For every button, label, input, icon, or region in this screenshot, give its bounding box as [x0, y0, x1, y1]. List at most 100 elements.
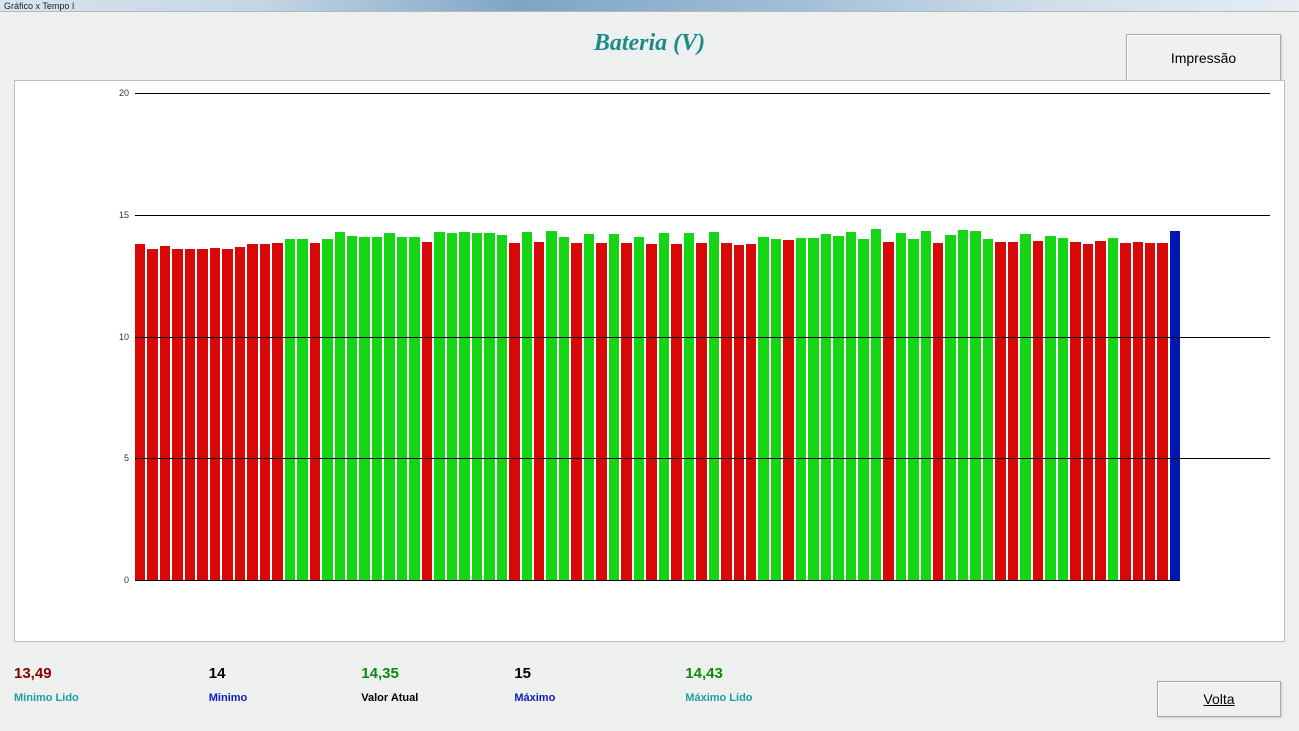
bar — [696, 243, 706, 580]
bar — [659, 233, 669, 580]
bar — [1157, 243, 1167, 580]
stat-value: 14,43 — [685, 665, 752, 682]
bar — [846, 232, 856, 580]
bar — [1070, 242, 1080, 580]
gridline — [135, 337, 1270, 338]
bar — [584, 234, 594, 580]
bar — [1058, 238, 1068, 580]
bar — [1145, 243, 1155, 580]
bar — [970, 231, 980, 580]
bar — [272, 243, 282, 580]
bar — [1033, 241, 1043, 580]
bar — [1083, 244, 1093, 580]
bar — [459, 232, 469, 580]
bar — [359, 237, 369, 580]
bar — [310, 243, 320, 580]
bar — [160, 246, 170, 580]
bar — [1120, 243, 1130, 580]
bar — [808, 238, 818, 580]
bar — [833, 236, 843, 580]
bar — [285, 239, 295, 580]
stat-value: 14 — [209, 665, 248, 682]
window-title: Gráfico x Tempo I — [4, 1, 74, 11]
bar — [933, 243, 943, 580]
bar — [634, 237, 644, 580]
gridline — [135, 458, 1270, 459]
bar — [372, 237, 382, 580]
bar — [684, 233, 694, 580]
y-tick-label: 15 — [109, 210, 129, 220]
stat-label: Minimo — [209, 692, 248, 704]
bar — [921, 231, 931, 580]
bar — [896, 233, 906, 580]
bar — [559, 237, 569, 580]
bar — [197, 249, 207, 580]
bar — [422, 242, 432, 580]
bar — [322, 239, 332, 580]
bar — [783, 240, 793, 580]
bar — [945, 235, 955, 580]
y-tick-label: 20 — [109, 88, 129, 98]
back-button[interactable]: Volta — [1157, 681, 1281, 717]
bar — [135, 244, 145, 580]
stat-label: Máximo — [514, 692, 555, 704]
stat-value: 15 — [514, 665, 555, 682]
bar — [709, 232, 719, 580]
bar — [621, 243, 631, 580]
bar — [447, 233, 457, 580]
stats-row: 13,49 Minimo Lido 14 Minimo 14,35 Valor … — [14, 665, 1285, 717]
bar — [434, 232, 444, 580]
bar — [347, 236, 357, 580]
bar — [671, 244, 681, 580]
bar — [235, 247, 245, 580]
bar — [995, 242, 1005, 580]
gridline — [135, 93, 1270, 94]
y-tick-label: 5 — [109, 453, 129, 463]
gridline — [135, 215, 1270, 216]
stat-min: 14 Minimo — [209, 665, 248, 704]
bar — [983, 239, 993, 580]
bar — [883, 242, 893, 580]
bar — [247, 244, 257, 580]
bar — [384, 233, 394, 580]
bar — [721, 243, 731, 580]
bar — [746, 244, 756, 580]
bar — [1108, 238, 1118, 580]
bar — [796, 238, 806, 580]
plot-area: 05101520 — [135, 93, 1180, 581]
bar — [871, 229, 881, 580]
window-titlebar: Gráfico x Tempo I — [0, 0, 1299, 12]
stat-label: Máximo Lido — [685, 692, 752, 704]
stat-max: 15 Máximo — [514, 665, 555, 704]
bar — [646, 244, 656, 580]
bar — [484, 233, 494, 580]
bar — [821, 234, 831, 580]
bar — [734, 245, 744, 580]
bar — [472, 233, 482, 580]
header: Bateria (V) Impressão — [0, 12, 1299, 74]
bar — [571, 243, 581, 580]
bar — [1045, 236, 1055, 580]
bar — [858, 239, 868, 580]
bar — [147, 249, 157, 580]
bar — [758, 237, 768, 580]
bar — [1170, 231, 1180, 580]
bar — [522, 232, 532, 580]
bar — [596, 243, 606, 580]
bar — [222, 249, 232, 580]
bar — [609, 234, 619, 580]
y-tick-label: 10 — [109, 332, 129, 342]
stat-label: Minimo Lido — [14, 692, 79, 704]
y-tick-label: 0 — [109, 575, 129, 585]
chart-panel: 0 5 10 15 20 — [14, 80, 1285, 642]
print-button[interactable]: Impressão — [1126, 34, 1281, 82]
chart-area: 05101520 — [105, 93, 1270, 601]
stat-label: Valor Atual — [361, 692, 418, 704]
bar — [546, 231, 556, 580]
bar — [409, 237, 419, 580]
bar — [908, 239, 918, 580]
stat-max-read: 14,43 Máximo Lido — [685, 665, 752, 704]
bar — [335, 232, 345, 580]
page-title: Bateria (V) — [594, 30, 705, 57]
bar — [260, 244, 270, 580]
